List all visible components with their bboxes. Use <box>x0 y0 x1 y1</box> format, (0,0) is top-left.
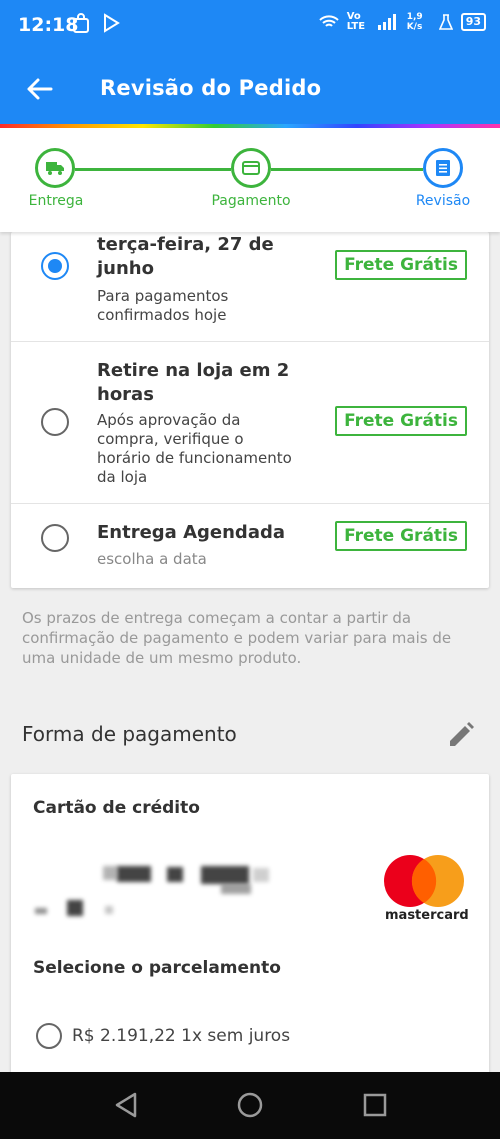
network-type: Vo LTE <box>346 11 366 32</box>
option-subtitle-line: escolha a data <box>97 550 207 568</box>
radio-unselected[interactable] <box>41 524 69 552</box>
step-payment[interactable] <box>231 148 271 188</box>
mastercard-logo-icon <box>384 855 464 907</box>
network-speed: 1,9 K/s <box>406 12 423 32</box>
option-subtitle: Após aprovação da compra, verifique o ho… <box>97 411 292 487</box>
card-brand-label: mastercard <box>385 908 469 923</box>
masked-block <box>103 866 117 880</box>
radio-selected[interactable] <box>41 252 69 280</box>
delivery-note: Os prazos de entrega começam a contar a … <box>22 609 452 667</box>
system-indicators: Vo LTE 1,9 K/s 93 <box>318 11 486 32</box>
status-bar: 12:18 Vo LTE 1,9 K/s 93 <box>0 0 500 52</box>
delivery-option[interactable]: Retire na loja em 2 horas Após aprovação… <box>11 342 489 504</box>
payment-card: Cartão de crédito mastercard Selecione o… <box>11 774 489 1074</box>
masked-block <box>117 866 151 882</box>
shopping-bag-icon <box>73 13 89 33</box>
step-label-review: Revisão <box>415 193 471 209</box>
step-label-payment: Pagamento <box>211 193 291 209</box>
pencil-icon[interactable] <box>446 720 476 750</box>
option-subtitle: Para pagamentos confirmados hoje <box>97 287 228 325</box>
card-icon <box>242 161 260 175</box>
free-shipping-badge: Frete Grátis <box>335 250 467 280</box>
masked-block <box>67 900 83 916</box>
stepper-line <box>271 168 423 171</box>
radio-unselected[interactable] <box>41 408 69 436</box>
step-review[interactable] <box>423 148 463 188</box>
play-store-icon <box>104 13 120 33</box>
document-icon <box>436 160 450 176</box>
lab-icon <box>438 14 453 30</box>
delivery-options-card: terça-feira, 27 de junho Para pagamentos… <box>11 232 489 588</box>
card-type-label: Cartão de crédito <box>33 798 200 818</box>
delivery-option[interactable]: Entrega Agendada escolha a data Frete Gr… <box>11 504 489 588</box>
step-delivery[interactable] <box>35 148 75 188</box>
option-title-line: Retire na loja em 2 <box>97 360 290 381</box>
status-time: 12:18 <box>18 14 79 36</box>
option-subtitle-line: da loja <box>97 468 148 486</box>
step-label-delivery: Entrega <box>28 193 84 209</box>
battery-indicator: 93 <box>460 13 486 31</box>
nav-recents-icon[interactable] <box>360 1090 390 1120</box>
option-subtitle-line: horário de funcionamento <box>97 449 292 467</box>
option-subtitle-line: Após aprovação da <box>97 411 241 429</box>
installments-title: Selecione o parcelamento <box>33 958 281 978</box>
option-title-line: junho <box>97 258 154 279</box>
option-title: terça-feira, 27 de junho <box>97 233 274 281</box>
option-title: Retire na loja em 2 horas <box>97 359 289 407</box>
masked-block <box>253 868 269 882</box>
masked-block <box>201 866 249 884</box>
nav-home-icon[interactable] <box>235 1090 265 1120</box>
masked-block <box>35 908 47 914</box>
installment-option-label[interactable]: R$ 2.191,22 1x sem juros <box>72 1026 290 1046</box>
option-subtitle-line: Para pagamentos <box>97 287 229 305</box>
delivery-option[interactable]: terça-feira, 27 de junho Para pagamentos… <box>11 232 489 342</box>
masked-block <box>221 884 251 894</box>
signal-icon <box>377 14 396 30</box>
masked-block <box>105 906 113 914</box>
page-title: Revisão do Pedido <box>100 76 322 100</box>
option-title-line: horas <box>97 384 154 405</box>
payment-section-title: Forma de pagamento <box>22 722 237 746</box>
option-title-line: Entrega Agendada <box>97 522 285 543</box>
system-nav-bar <box>0 1072 500 1139</box>
option-title-line: terça-feira, 27 de <box>97 234 274 255</box>
app-header: 12:18 Vo LTE 1,9 K/s 93 Revisão do Pedid… <box>0 0 500 124</box>
truck-icon <box>46 162 64 175</box>
option-subtitle-line: compra, verifique o <box>97 430 244 448</box>
free-shipping-badge: Frete Grátis <box>335 521 467 551</box>
wifi-icon <box>318 15 339 27</box>
option-subtitle: escolha a data <box>97 550 207 569</box>
checkout-stepper: Entrega Pagamento Revisão <box>0 128 500 232</box>
installment-radio[interactable] <box>36 1023 62 1049</box>
masked-block <box>167 867 183 882</box>
option-subtitle-line: confirmados hoje <box>97 306 227 324</box>
back-arrow-icon[interactable] <box>24 74 54 104</box>
free-shipping-badge: Frete Grátis <box>335 406 467 436</box>
nav-back-icon[interactable] <box>111 1090 141 1120</box>
option-title: Entrega Agendada <box>97 521 285 545</box>
stepper-line <box>75 168 231 171</box>
